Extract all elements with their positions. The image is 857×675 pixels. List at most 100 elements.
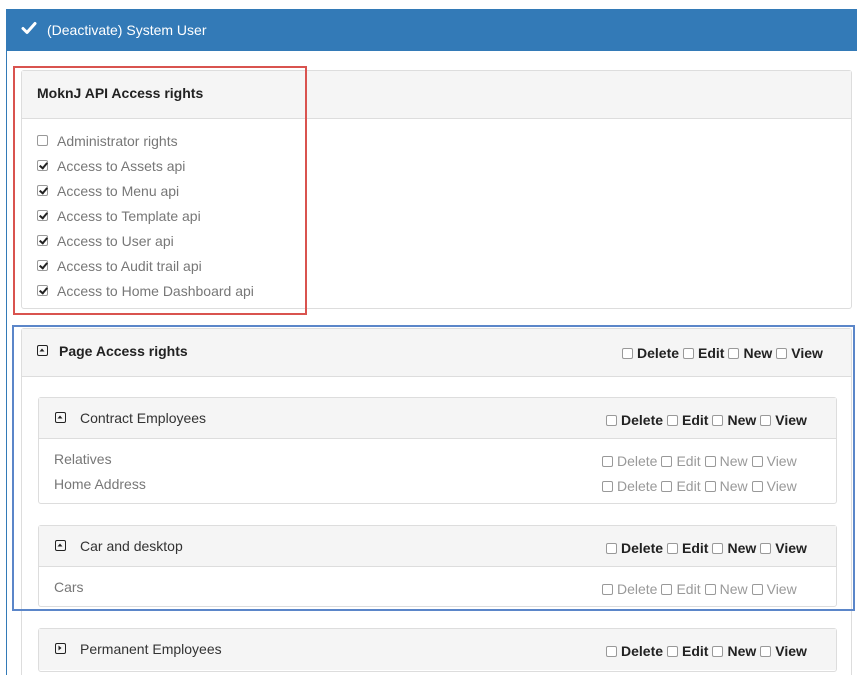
api-access-panel-heading: MoknJ API Access rights xyxy=(22,71,851,119)
view-checkbox[interactable] xyxy=(760,645,772,657)
delete-checkbox[interactable] xyxy=(602,455,613,467)
section-heading: Contract Employees Delete Edit New View xyxy=(39,398,836,439)
delete-label: Delete xyxy=(621,412,664,428)
row-label-cars: Cars xyxy=(54,579,84,595)
audit-trail-api-checkbox[interactable] xyxy=(37,260,48,271)
section-title: Contract Employees xyxy=(80,410,207,426)
edit-label: Edit xyxy=(682,540,709,556)
new-label: New xyxy=(719,581,748,597)
new-checkbox[interactable] xyxy=(712,542,724,554)
delete-checkbox[interactable] xyxy=(606,542,617,554)
delete-checkbox[interactable] xyxy=(606,414,617,426)
new-label: New xyxy=(743,345,773,361)
edit-checkbox[interactable] xyxy=(667,414,679,426)
edit-checkbox[interactable] xyxy=(661,480,673,492)
delete-checkbox[interactable] xyxy=(606,645,617,657)
check-icon xyxy=(21,22,37,34)
api-right-home-dashboard: Access to Home Dashboard api xyxy=(37,278,254,303)
api-right-label: Access to Audit trail api xyxy=(57,257,202,274)
api-right-user: Access to User api xyxy=(37,228,254,253)
page-access-title: Page Access rights xyxy=(59,343,188,359)
new-checkbox[interactable] xyxy=(712,414,724,426)
view-checkbox[interactable] xyxy=(751,480,763,492)
edit-checkbox[interactable] xyxy=(661,583,673,595)
api-right-label: Access to Template api xyxy=(57,207,201,224)
edit-label: Edit xyxy=(698,345,725,361)
edit-label: Edit xyxy=(682,643,709,659)
delete-label: Delete xyxy=(617,581,658,597)
delete-checkbox[interactable] xyxy=(602,583,613,595)
api-access-title: MoknJ API Access rights xyxy=(37,85,204,101)
section-heading: Permanent Employees Delete Edit New View xyxy=(39,629,836,670)
page-access-panel-heading: Page Access rights Delete Edit New View xyxy=(22,329,851,377)
view-label: View xyxy=(775,540,807,556)
edit-all-checkbox[interactable] xyxy=(683,347,695,359)
view-checkbox[interactable] xyxy=(751,583,763,595)
new-label: New xyxy=(727,540,757,556)
collapse-icon[interactable] xyxy=(37,345,48,356)
view-all-checkbox[interactable] xyxy=(776,347,788,359)
section-car-and-desktop: Car and desktop Delete Edit New View Car… xyxy=(38,525,837,607)
view-label: View xyxy=(766,581,797,597)
row-label-home-address: Home Address xyxy=(54,476,146,492)
header-border-line xyxy=(6,51,7,675)
section-contract-employees: Contract Employees Delete Edit New View … xyxy=(38,397,837,504)
administrator-rights-checkbox[interactable] xyxy=(37,135,48,146)
edit-label: Edit xyxy=(676,453,701,469)
new-all-checkbox[interactable] xyxy=(728,347,740,359)
view-label: View xyxy=(766,453,797,469)
home-dashboard-api-checkbox[interactable] xyxy=(37,285,48,296)
delete-checkbox[interactable] xyxy=(602,480,613,492)
edit-label: Edit xyxy=(682,412,709,428)
edit-checkbox[interactable] xyxy=(661,455,673,467)
api-right-template: Access to Template api xyxy=(37,203,254,228)
row-permissions: Delete Edit New View xyxy=(602,581,797,597)
delete-label: Delete xyxy=(617,453,658,469)
edit-checkbox[interactable] xyxy=(667,645,679,657)
view-checkbox[interactable] xyxy=(760,542,772,554)
new-checkbox[interactable] xyxy=(712,645,724,657)
api-right-label: Access to Menu api xyxy=(57,182,180,199)
view-label: View xyxy=(775,412,807,428)
api-right-menu: Access to Menu api xyxy=(37,178,254,203)
header-bar: (Deactivate) System User xyxy=(6,9,857,51)
api-right-label: Access to User api xyxy=(57,232,174,249)
edit-checkbox[interactable] xyxy=(667,542,679,554)
delete-label: Delete xyxy=(637,345,680,361)
view-checkbox[interactable] xyxy=(760,414,772,426)
row-permissions: Delete Edit New View xyxy=(602,478,797,494)
header-title: (Deactivate) System User xyxy=(47,22,207,38)
view-checkbox[interactable] xyxy=(751,455,763,467)
row-label-relatives: Relatives xyxy=(54,451,112,467)
new-label: New xyxy=(719,453,748,469)
delete-all-checkbox[interactable] xyxy=(622,347,633,359)
new-checkbox[interactable] xyxy=(704,583,716,595)
view-label: View xyxy=(791,345,823,361)
view-label: View xyxy=(766,478,797,494)
delete-label: Delete xyxy=(621,643,664,659)
section-permissions: Delete Edit New View xyxy=(606,643,807,659)
delete-label: Delete xyxy=(621,540,664,556)
section-permissions: Delete Edit New View xyxy=(606,540,807,556)
api-right-audit-trail: Access to Audit trail api xyxy=(37,253,254,278)
expand-icon[interactable] xyxy=(55,643,66,654)
page-access-permissions: Delete Edit New View xyxy=(622,345,823,361)
user-api-checkbox[interactable] xyxy=(37,235,48,246)
api-right-administrator: Administrator rights xyxy=(37,128,254,153)
new-label: New xyxy=(727,643,757,659)
api-right-label: Access to Home Dashboard api xyxy=(57,282,254,299)
collapse-icon[interactable] xyxy=(55,412,66,423)
template-api-checkbox[interactable] xyxy=(37,210,48,221)
new-checkbox[interactable] xyxy=(704,455,716,467)
section-permissions: Delete Edit New View xyxy=(606,412,807,428)
api-right-label: Access to Assets api xyxy=(57,157,186,174)
collapse-icon[interactable] xyxy=(55,540,66,551)
view-label: View xyxy=(775,643,807,659)
edit-label: Edit xyxy=(676,478,701,494)
menu-api-checkbox[interactable] xyxy=(37,185,48,196)
assets-api-checkbox[interactable] xyxy=(37,160,48,171)
new-label: New xyxy=(719,478,748,494)
new-checkbox[interactable] xyxy=(704,480,716,492)
section-title: Permanent Employees xyxy=(80,641,222,657)
api-access-list: Administrator rights Access to Assets ap… xyxy=(37,128,254,303)
